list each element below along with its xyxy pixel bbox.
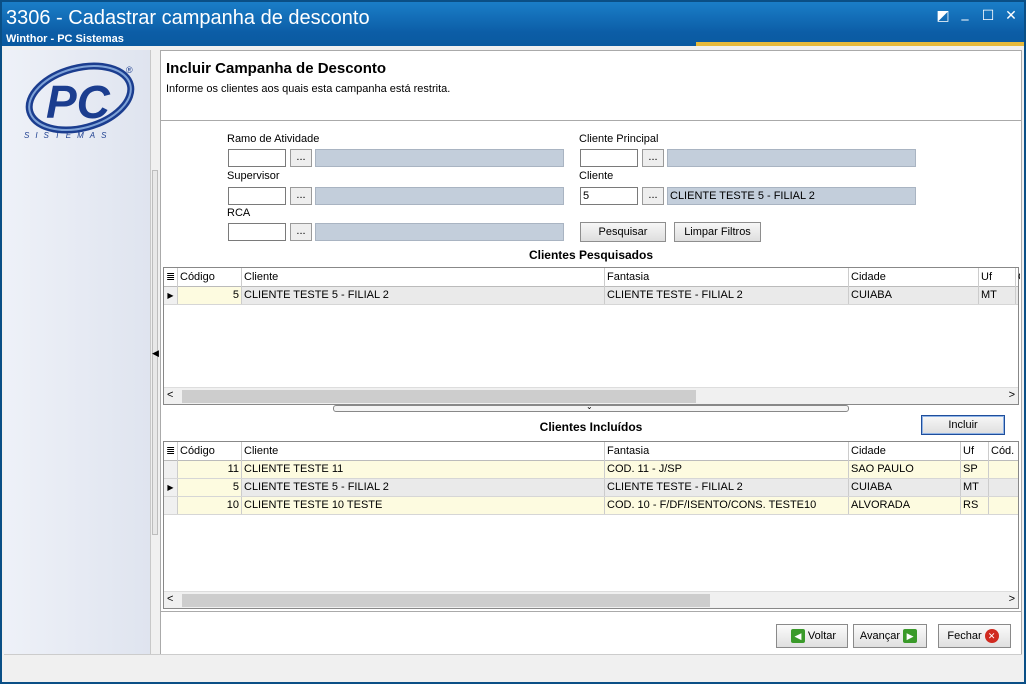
cliente-principal-input[interactable] [580, 149, 638, 167]
ramo-lookup-button[interactable]: ... [290, 149, 312, 167]
col-uf[interactable]: Uf [979, 268, 1016, 287]
rca-label: RCA [227, 207, 251, 219]
arrow-left-icon: ◀ [790, 629, 805, 644]
arrow-right-icon: ▶ [903, 629, 918, 644]
svg-text:SISTEMAS: SISTEMAS [24, 131, 112, 140]
rca-lookup-button[interactable]: ... [290, 223, 312, 241]
table-row[interactable]: ▶ 5 CLIENTE TESTE 5 - FILIAL 2 CLIENTE T… [164, 287, 1018, 305]
searched-grid[interactable]: ≣ Código Cliente Fantasia Cidade Uf C ▶ … [163, 267, 1020, 405]
table-row[interactable]: 11 CLIENTE TESTE 11 COD. 11 - J/SP SAO P… [164, 461, 1018, 479]
included-grid[interactable]: ≣ Código Cliente Fantasia Cidade Uf Cód.… [163, 441, 1019, 609]
searched-grid-header: ≣ Código Cliente Fantasia Cidade Uf C [164, 268, 1020, 287]
col-fantasia[interactable]: Fantasia [605, 442, 849, 461]
col-cliente[interactable]: Cliente [242, 268, 605, 287]
grid-menu-icon[interactable]: ≣ [164, 268, 178, 287]
page-description: Informe os clientes aos quais esta campa… [166, 83, 451, 95]
window-subtitle: Winthor - PC Sistemas [6, 33, 124, 45]
cliente-lookup-button[interactable]: ... [642, 187, 664, 205]
status-bar [4, 654, 1022, 682]
ramo-code-input[interactable] [228, 149, 286, 167]
col-cidade[interactable]: Cidade [849, 442, 961, 461]
window-title: 3306 - Cadastrar campanha de desconto [6, 7, 370, 29]
col-cod-f[interactable]: Cód. F [989, 442, 1018, 461]
limpar-filtros-button[interactable]: Limpar Filtros [674, 222, 761, 242]
col-cidade[interactable]: Cidade [849, 268, 979, 287]
fechar-button[interactable]: Fechar ✕ [938, 624, 1011, 648]
cliente-code-input[interactable]: 5 [580, 187, 638, 205]
chevron-down-icon[interactable]: ⌄ [586, 402, 593, 411]
supervisor-lookup-button[interactable]: ... [290, 187, 312, 205]
incluir-button[interactable]: Incluir [921, 415, 1005, 435]
close-button[interactable]: ✕ [1000, 7, 1022, 25]
included-grid-header: ≣ Código Cliente Fantasia Cidade Uf Cód.… [164, 442, 1018, 461]
scroll-left-icon[interactable]: < [167, 389, 173, 401]
scroll-right-icon[interactable]: > [1009, 389, 1015, 401]
minimize-button[interactable]: _ [954, 4, 976, 22]
supervisor-description [315, 187, 564, 205]
pc-sistemas-logo: PC SISTEMAS ® [24, 62, 135, 140]
restore-icon[interactable]: ◩ [932, 7, 954, 25]
page-title: Incluir Campanha de Desconto [166, 60, 387, 77]
col-next[interactable]: C [1016, 268, 1020, 287]
row-indicator-icon: ▶ [164, 287, 178, 304]
maximize-button[interactable]: ☐ [977, 7, 999, 25]
table-row[interactable]: 10 CLIENTE TESTE 10 TESTE COD. 10 - F/DF… [164, 497, 1018, 515]
searched-title: Clientes Pesquisados [528, 248, 654, 262]
sidebar: PC SISTEMAS ® [4, 50, 150, 654]
supervisor-code-input[interactable] [228, 187, 286, 205]
wizard-footer: ◀ Voltar Avançar ▶ Fechar ✕ [161, 611, 1021, 654]
table-row[interactable]: ▶ 5 CLIENTE TESTE 5 - FILIAL 2 CLIENTE T… [164, 479, 1018, 497]
included-hscrollbar[interactable]: < > [164, 591, 1018, 608]
cliente-principal-label: Cliente Principal [579, 133, 659, 145]
cliente-description: CLIENTE TESTE 5 - FILIAL 2 [667, 187, 916, 205]
close-circle-icon: ✕ [984, 629, 999, 644]
ramo-description [315, 149, 564, 167]
voltar-button[interactable]: ◀ Voltar [776, 624, 848, 648]
scroll-thumb[interactable] [182, 594, 710, 607]
grid-splitter[interactable]: ⌄ [333, 402, 849, 412]
grid-menu-icon[interactable]: ≣ [164, 442, 178, 461]
scroll-left-icon[interactable]: < [167, 593, 173, 605]
cliente-label: Cliente [579, 170, 614, 182]
scroll-right-icon[interactable]: > [1009, 593, 1015, 605]
rca-code-input[interactable] [228, 223, 286, 241]
cliente-principal-description [667, 149, 916, 167]
col-codigo[interactable]: Código [178, 268, 242, 287]
title-accent-line [696, 42, 1024, 46]
wizard-panel: Incluir Campanha de Desconto Informe os … [160, 50, 1022, 654]
panel-splitter[interactable]: ◀ [150, 50, 160, 654]
row-indicator-icon: ▶ [164, 479, 178, 496]
cliente-principal-lookup-button[interactable]: ... [642, 149, 664, 167]
col-cliente[interactable]: Cliente [242, 442, 605, 461]
scroll-thumb[interactable] [182, 390, 696, 403]
col-codigo[interactable]: Código [178, 442, 242, 461]
title-bar: 3306 - Cadastrar campanha de desconto Wi… [2, 2, 1024, 46]
svg-text:PC: PC [46, 76, 111, 128]
wizard-header: Incluir Campanha de Desconto Informe os … [161, 51, 1021, 121]
col-uf[interactable]: Uf [961, 442, 989, 461]
rca-description [315, 223, 564, 241]
included-title: Clientes Incluídos [539, 420, 643, 434]
app-window: 3306 - Cadastrar campanha de desconto Wi… [0, 0, 1026, 684]
chevron-left-icon[interactable]: ◀ [152, 348, 159, 359]
supervisor-label: Supervisor [227, 170, 280, 182]
ramo-label: Ramo de Atividade [227, 133, 320, 145]
col-fantasia[interactable]: Fantasia [605, 268, 849, 287]
avancar-button[interactable]: Avançar ▶ [853, 624, 927, 648]
pesquisar-button[interactable]: Pesquisar [580, 222, 666, 242]
svg-text:®: ® [126, 65, 133, 75]
